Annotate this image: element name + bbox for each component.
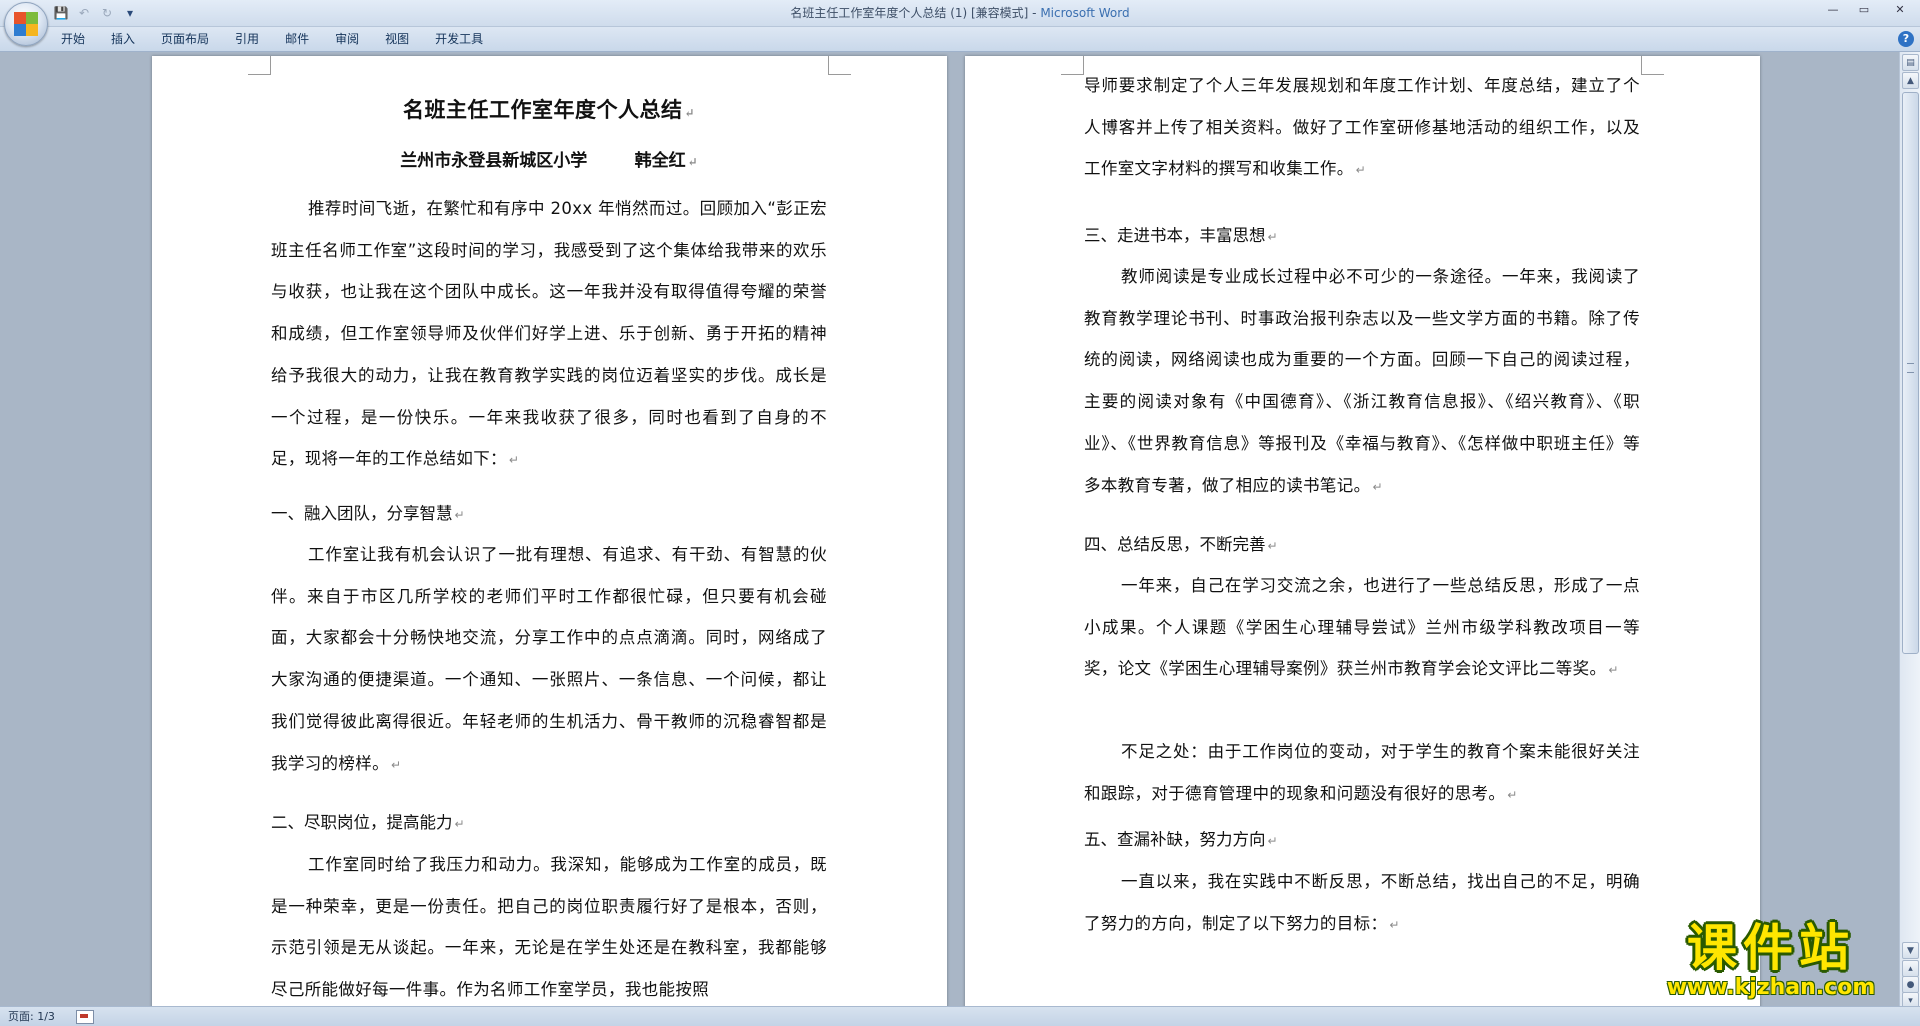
proofing-status-icon[interactable] — [76, 1010, 94, 1024]
section-heading-4: 四、总结反思，不断完善 ↵ — [1084, 535, 1278, 554]
tab-developer[interactable]: 开发工具 — [422, 27, 496, 51]
paragraph-section-3: 教师阅读是专业成长过程中必不可少的一条途径。一年来，我阅读了教育教学理论书刊、时… — [1084, 267, 1640, 495]
paragraph-section-5: 一直以来，我在实践中不断反思，不断总结，找出自己的不足，明确了努力的方向，制定了… — [1084, 872, 1640, 933]
office-button[interactable] — [4, 2, 48, 46]
scroll-down-icon[interactable]: ▼ — [1902, 942, 1919, 959]
vertical-scrollbar[interactable]: ▤ ▲ ▼ ▴ ● ▾ — [1899, 52, 1920, 1009]
close-button[interactable]: ✕ — [1879, 0, 1920, 18]
undo-icon[interactable]: ↶ — [75, 4, 93, 21]
title-bar: 名班主任工作室年度个人总结 (1) [兼容模式] - Microsoft Wor… — [0, 0, 1920, 27]
paragraph-section-1: 工作室让我有机会认识了一批有理想、有追求、有干劲、有智慧的伙伴。来自于市区几所学… — [271, 545, 827, 773]
document-name: 名班主任工作室年度个人总结 (1) [兼容模式] - — [790, 6, 1041, 20]
scroll-up-icon[interactable]: ▲ — [1902, 72, 1919, 89]
ruler-toggle-icon[interactable]: ▤ — [1902, 54, 1919, 71]
minimize-button[interactable]: — — [1817, 0, 1848, 18]
ribbon-tabs: 开始 插入 页面布局 引用 邮件 审阅 视图 开发工具 — [48, 27, 496, 51]
section-heading-1: 一、融入团队，分享智慧 ↵ — [271, 504, 465, 523]
tab-review[interactable]: 审阅 — [322, 27, 372, 51]
crop-mark — [248, 56, 271, 75]
tab-insert[interactable]: 插入 — [98, 27, 148, 51]
paragraph-continued: 导师要求制定了个人三年发展规划和年度工作计划、年度总结，建立了个人博客并上传了相… — [1084, 76, 1640, 179]
section-heading-3: 三、走进书本，丰富思想 ↵ — [1084, 226, 1278, 245]
crop-mark — [828, 56, 851, 75]
page-2[interactable]: 导师要求制定了个人三年发展规划和年度工作计划、年度总结，建立了个人博客并上传了相… — [965, 56, 1760, 1006]
tab-view[interactable]: 视图 — [372, 27, 422, 51]
redo-icon[interactable]: ↻ — [98, 4, 116, 21]
page-indicator[interactable]: 页面: 1/3 — [8, 1007, 55, 1026]
customize-toolbar-icon[interactable]: ▾ — [121, 4, 139, 21]
tab-home[interactable]: 开始 — [48, 27, 98, 51]
site-watermark-logo: 课件站 www.kjzhan.com — [1652, 920, 1890, 1004]
paragraph-section-2: 工作室同时给了我压力和动力。我深知，能够成为工作室的成员，既是一种荣幸，更是一份… — [271, 855, 827, 1000]
save-icon[interactable]: 💾 — [52, 4, 70, 21]
crop-mark — [1061, 56, 1084, 75]
author-line: 兰州市永登县新城区小学 韩全红 ↵ — [400, 151, 698, 171]
ribbon: 开始 插入 页面布局 引用 邮件 审阅 视图 开发工具 ? — [0, 27, 1920, 52]
document-workspace: 名班主任工作室年度个人总结 ↵ 兰州市永登县新城区小学 韩全红 ↵ 推荐时间飞逝，在… — [0, 52, 1900, 1006]
window-title: 名班主任工作室年度个人总结 (1) [兼容模式] - Microsoft Wor… — [0, 0, 1920, 26]
crop-mark — [1641, 56, 1664, 75]
maximize-button[interactable]: ▭ — [1848, 0, 1879, 18]
window-controls: — ▭ ✕ — [1817, 0, 1920, 18]
section-heading-5: 五、查漏补缺，努力方向 ↵ — [1084, 830, 1278, 849]
help-icon[interactable]: ? — [1898, 31, 1914, 47]
select-browse-object-icon[interactable]: ● — [1902, 976, 1919, 993]
app-name: Microsoft Word — [1040, 6, 1130, 20]
page-1[interactable]: 名班主任工作室年度个人总结 ↵ 兰州市永登县新城区小学 韩全红 ↵ 推荐时间飞逝，在… — [152, 56, 947, 1006]
scrollbar-grip — [1907, 363, 1914, 373]
scrollbar-thumb[interactable] — [1902, 92, 1919, 654]
office-logo-icon — [14, 12, 38, 36]
status-bar: 页面: 1/3 — [0, 1006, 1920, 1026]
document-title: 名班主任工作室年度个人总结 ↵ — [402, 97, 696, 122]
tab-page-layout[interactable]: 页面布局 — [148, 27, 222, 51]
quick-access-toolbar: 💾 ↶ ↻ ▾ — [52, 4, 139, 21]
paragraph-intro: 推荐时间飞逝，在繁忙和有序中 20xx 年悄然而过。回顾加入“彭正宏班主任名师工… — [271, 199, 827, 469]
tab-references[interactable]: 引用 — [222, 27, 272, 51]
tab-mailings[interactable]: 邮件 — [272, 27, 322, 51]
watermark-url: www.kjzhan.com — [1666, 975, 1876, 1000]
paragraph-shortcomings: 不足之处：由于工作岗位的变动，对于学生的教育个案未能很好关注和跟踪，对于德育管理… — [1084, 742, 1640, 803]
paragraph-section-4: 一年来，自己在学习交流之余，也进行了一些总结反思，形成了一点小成果。个人课题《学… — [1084, 576, 1640, 679]
section-heading-2: 二、尽职岗位，提高能力 ↵ — [271, 813, 465, 832]
watermark-title: 课件站 — [1687, 919, 1855, 977]
previous-page-icon[interactable]: ▴ — [1902, 960, 1919, 977]
